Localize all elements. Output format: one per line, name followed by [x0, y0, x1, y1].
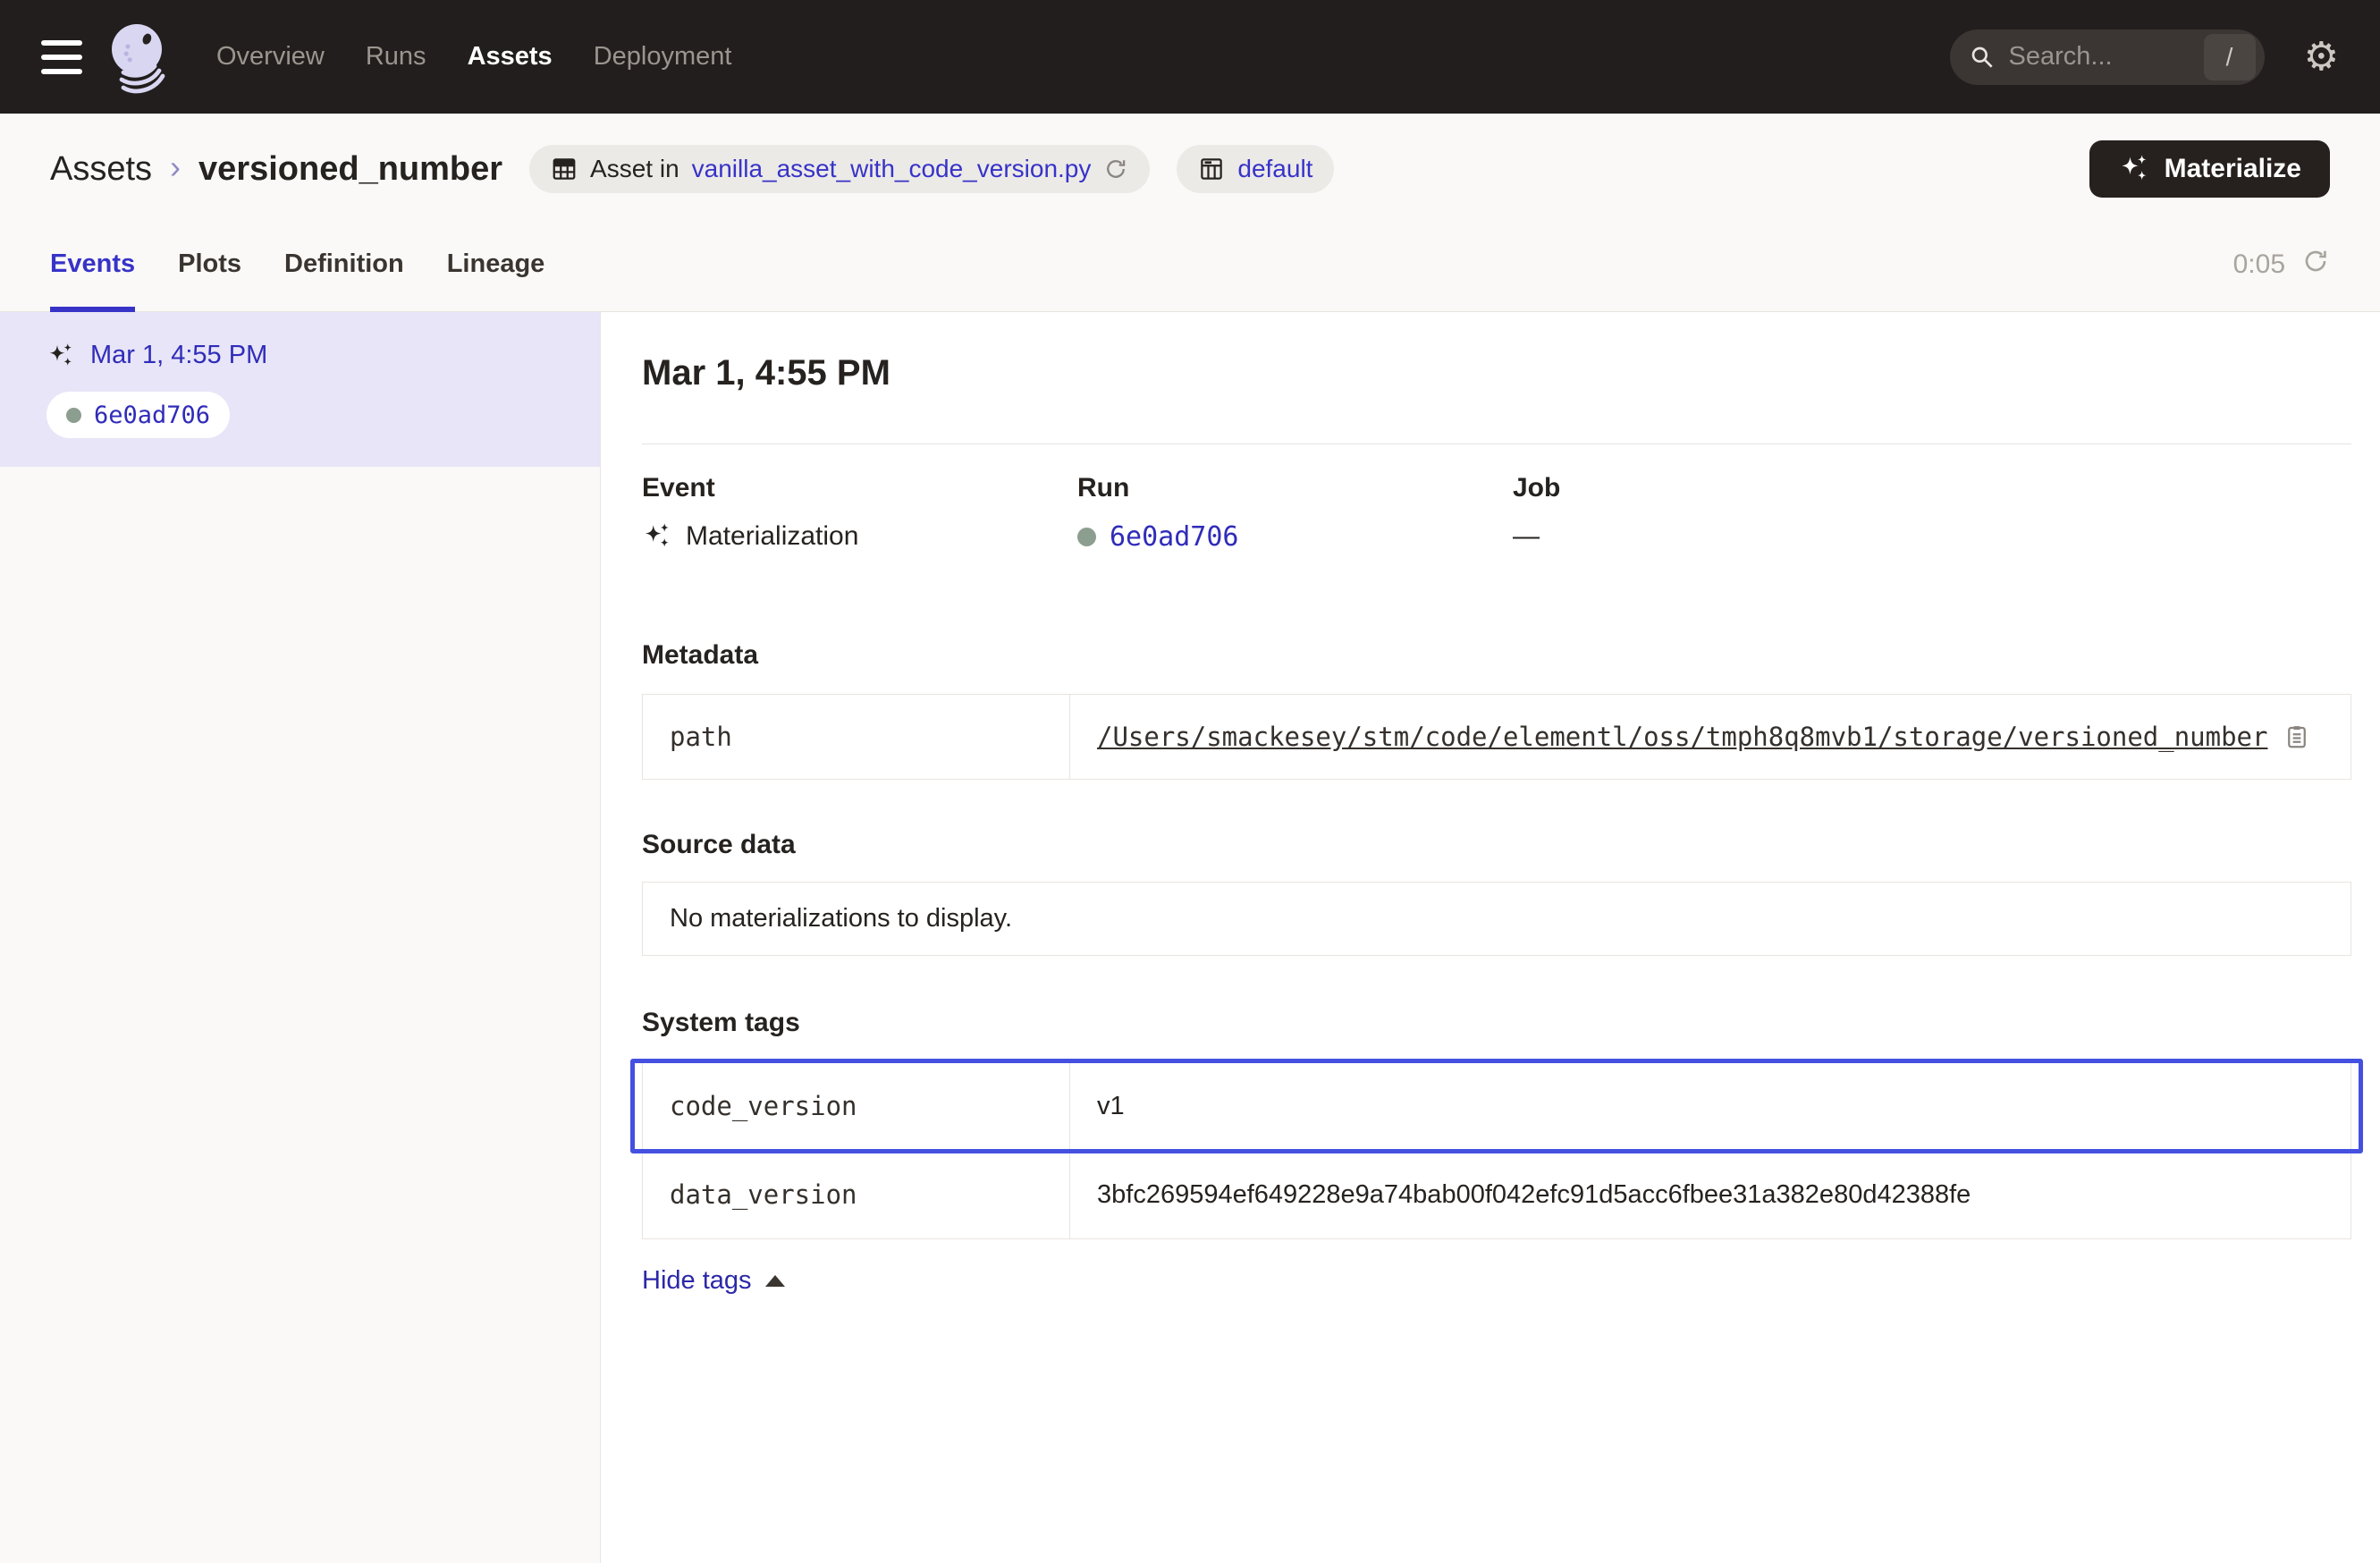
run-id-link[interactable]: 6e0ad706	[1110, 521, 1239, 553]
refresh-countdown: 0:05	[2233, 249, 2285, 280]
materialization-sparkle-icon	[46, 342, 75, 370]
tabs-bar: Events Plots Definition Lineage 0:05	[0, 217, 2380, 312]
source-data-empty-state: No materializations to display.	[642, 882, 2351, 956]
nav-item-deployment[interactable]: Deployment	[594, 42, 732, 72]
metadata-path-link[interactable]: /Users/smackesey/stm/code/elementl/oss/t…	[1097, 722, 2267, 752]
metadata-heading: Metadata	[642, 640, 2351, 671]
materialize-button[interactable]: Materialize	[2089, 140, 2330, 198]
table-row-data-version: data_version 3bfc269594ef649228e9a74bab0…	[643, 1151, 2350, 1238]
reload-icon[interactable]	[1103, 156, 1128, 182]
event-list-sidebar: Mar 1, 4:55 PM 6e0ad706	[0, 312, 601, 1563]
event-detail-title: Mar 1, 4:55 PM	[642, 353, 2351, 393]
nav-item-runs[interactable]: Runs	[366, 42, 426, 72]
materialize-button-label: Materialize	[2165, 154, 2301, 184]
breadcrumb-asset-name: versioned_number	[198, 150, 502, 189]
run-status-dot	[1077, 528, 1096, 546]
tag-value: v1	[1097, 1092, 1125, 1121]
nav-links: Overview Runs Assets Deployment	[216, 42, 731, 72]
job-column-label: Job	[1513, 473, 2351, 503]
sparkle-icon	[2118, 153, 2150, 185]
table-icon	[551, 156, 578, 182]
tag-value: 3bfc269594ef649228e9a74bab00f042efc91d5a…	[1097, 1180, 1971, 1210]
tag-key: code_version	[643, 1062, 1070, 1150]
hide-tags-label: Hide tags	[642, 1266, 752, 1296]
auto-refresh-status: 0:05	[2233, 247, 2330, 283]
table-row-code-version: code_version v1	[643, 1062, 2350, 1151]
metadata-table: path /Users/smackesey/stm/code/elementl/…	[642, 694, 2351, 780]
run-id-chip[interactable]: 6e0ad706	[46, 392, 230, 438]
event-type-value: Materialization	[686, 521, 858, 552]
tag-key: data_version	[643, 1151, 1070, 1238]
search-shortcut-badge: /	[2204, 34, 2256, 80]
event-detail-panel: Mar 1, 4:55 PM Event Materialization	[601, 312, 2380, 1563]
asset-chip-prefix: Asset in	[590, 155, 679, 183]
asset-file-link[interactable]: vanilla_asset_with_code_version.py	[692, 155, 1092, 183]
settings-gear-icon[interactable]: ⚙	[2304, 38, 2339, 77]
tab-events[interactable]: Events	[50, 217, 135, 311]
repo-grid-icon	[1198, 156, 1225, 182]
breadcrumb: Assets › versioned_number	[50, 150, 502, 189]
tab-definition[interactable]: Definition	[284, 217, 404, 311]
empty-message: No materializations to display.	[670, 904, 1012, 933]
nav-item-assets[interactable]: Assets	[468, 42, 553, 72]
run-status-dot	[66, 408, 81, 423]
code-location-link[interactable]: default	[1237, 155, 1312, 183]
caret-up-icon	[765, 1275, 785, 1287]
job-value: —	[1513, 521, 1540, 552]
chevron-right-icon: ›	[170, 148, 181, 186]
system-tags-heading: System tags	[642, 1008, 2351, 1038]
breadcrumb-assets[interactable]: Assets	[50, 150, 152, 189]
search-icon	[1968, 43, 1996, 72]
system-tags-table: code_version v1 data_version 3bfc269594e…	[642, 1061, 2351, 1239]
dagster-logo[interactable]	[102, 20, 177, 95]
metadata-key: path	[643, 695, 1070, 779]
event-timestamp: Mar 1, 4:55 PM	[90, 341, 267, 370]
event-summary: Event Materialization Run	[642, 473, 2351, 553]
table-row: path /Users/smackesey/stm/code/elementl/…	[643, 695, 2350, 779]
run-id: 6e0ad706	[94, 401, 210, 429]
hamburger-menu-icon[interactable]	[41, 40, 82, 74]
tab-lineage[interactable]: Lineage	[447, 217, 545, 311]
materialization-sparkle-icon	[642, 521, 672, 552]
copy-icon[interactable]	[2283, 723, 2310, 750]
event-column-label: Event	[642, 473, 1077, 503]
asset-definition-chip: Asset in vanilla_asset_with_code_version…	[529, 145, 1150, 193]
source-data-heading: Source data	[642, 830, 2351, 860]
refresh-icon[interactable]	[2301, 247, 2330, 283]
hide-tags-toggle[interactable]: Hide tags	[642, 1266, 785, 1296]
top-nav: Overview Runs Assets Deployment / ⚙	[0, 0, 2380, 114]
code-location-chip: default	[1177, 145, 1334, 193]
event-list-item[interactable]: Mar 1, 4:55 PM 6e0ad706	[0, 312, 600, 467]
nav-item-overview[interactable]: Overview	[216, 42, 325, 72]
page-header: Assets › versioned_number Asset in vanil…	[0, 114, 2380, 217]
dagster-app: Overview Runs Assets Deployment / ⚙ Asse…	[0, 0, 2380, 1563]
search-box[interactable]: /	[1950, 30, 2265, 85]
run-column-label: Run	[1077, 473, 1513, 503]
tab-plots[interactable]: Plots	[178, 217, 241, 311]
search-input[interactable]	[2009, 42, 2191, 72]
